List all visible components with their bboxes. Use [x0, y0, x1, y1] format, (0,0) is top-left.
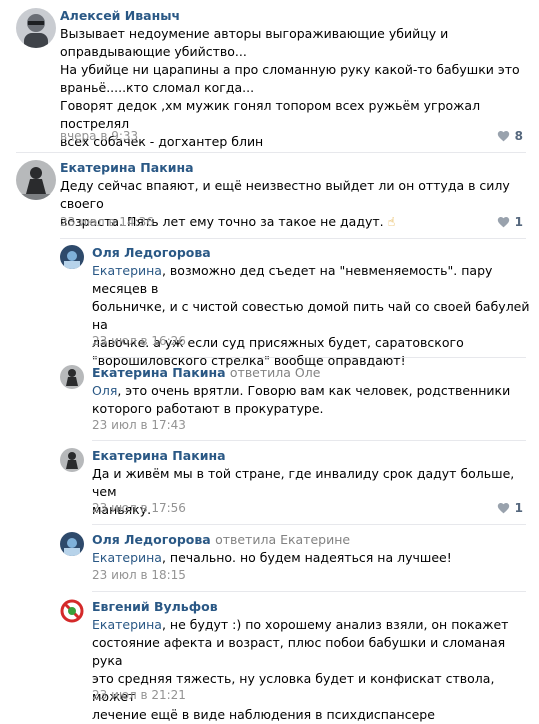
comment-text: Оля, это очень врятли. Говорю вам как че…	[92, 382, 532, 418]
comment-author[interactable]: Оля Ледогорова ответила Екатерине	[92, 532, 350, 547]
comment-date[interactable]: 23 июл в 16:26	[92, 334, 186, 348]
divider	[92, 440, 526, 441]
comment-date[interactable]: 23 июл в 18:15	[92, 568, 186, 582]
text-line-part: , это очень врятли. Говорю вам как челов…	[117, 383, 511, 398]
text-line: Екатерина, печально. но будем надеяться …	[92, 549, 532, 567]
divider	[92, 524, 526, 525]
text-line: больничке, и с чистой совестью домой пит…	[92, 299, 530, 332]
avatar[interactable]	[60, 448, 84, 472]
avatar[interactable]	[16, 8, 56, 48]
mention-link[interactable]: Екатерина	[92, 550, 162, 565]
avatar-photo-icon	[60, 365, 84, 389]
mention-link[interactable]: Екатерина	[92, 617, 162, 632]
no-entry-avatar-icon	[60, 599, 84, 623]
like-button[interactable]: 1	[497, 215, 523, 229]
like-count: 8	[514, 129, 523, 143]
mention-link[interactable]: Екатерина	[92, 263, 162, 278]
like-count: 1	[514, 215, 523, 229]
text-line: Екатерина, не будут :) по хорошему анали…	[92, 616, 532, 634]
divider	[92, 357, 526, 358]
comment-author[interactable]: Евгений Вульфов	[92, 599, 218, 614]
text-line-part: , печально. но будем надеяться на лучшее…	[161, 550, 452, 565]
like-button[interactable]: 8	[497, 129, 523, 143]
comment-author[interactable]: Екатерина Пакина	[92, 448, 226, 463]
avatar[interactable]	[60, 599, 84, 623]
comment-author[interactable]: Екатерина Пакина ответила Оле	[92, 365, 320, 380]
comment-text: Екатерина, печально. но будем надеяться …	[92, 549, 532, 567]
text-line: На убийце ни царапины а про сломанную ру…	[60, 62, 520, 77]
avatar[interactable]	[60, 365, 84, 389]
divider	[92, 591, 526, 592]
text-line: Вызывает недоумение авторы выгораживающи…	[60, 26, 449, 41]
avatar[interactable]	[16, 160, 56, 200]
comment-date[interactable]: 23 июл в 17:56	[92, 501, 186, 515]
text-line: лечение ещё в виде наблюдения в психдисп…	[92, 707, 435, 722]
avatar-photo-icon	[16, 160, 56, 200]
divider	[60, 238, 526, 239]
text-line: которого работают в прокуратуре.	[92, 401, 324, 416]
like-button[interactable]: 1	[497, 501, 523, 515]
text-line: враньё.....кто сломал когда...	[60, 80, 255, 95]
heart-icon	[497, 502, 509, 514]
text-line: оправдывающие убийство...	[60, 44, 247, 59]
author-name[interactable]: Екатерина Пакина	[92, 365, 226, 380]
comment-author[interactable]: Екатерина Пакина	[60, 160, 194, 175]
heart-icon	[497, 216, 509, 228]
text-line: Деду сейчас впаяют, и ещё неизвестно вый…	[60, 178, 510, 211]
heart-icon	[497, 130, 509, 142]
comment-author[interactable]: Алексей Иваныч	[60, 8, 180, 23]
avatar-photo-icon	[60, 245, 84, 269]
reply-to-label[interactable]: ответила Оле	[230, 365, 321, 380]
avatar-photo-icon	[16, 8, 56, 48]
text-line: Оля, это очень врятли. Говорю вам как че…	[92, 382, 532, 400]
divider	[16, 152, 526, 153]
comment-text: Екатерина, возможно дед съедет на "невме…	[92, 262, 532, 370]
text-line-part: , не будут :) по хорошему анализ взяли, …	[161, 617, 509, 632]
avatar-photo-icon	[60, 448, 84, 472]
comment-text: Екатерина, не будут :) по хорошему анали…	[92, 616, 532, 724]
comment-date[interactable]: вчера в 9:33	[60, 129, 138, 143]
pointing-up-emoji: ☝	[387, 214, 396, 229]
author-name[interactable]: Оля Ледогорова	[92, 532, 211, 547]
comment-date[interactable]: 23 июл в 17:43	[92, 418, 186, 432]
comment-author[interactable]: Оля Ледогорова	[92, 245, 211, 260]
text-line: Да и живём мы в той стране, где инвалиду…	[92, 466, 515, 499]
text-line: состояние афекта и возраст, плюс побои б…	[92, 635, 506, 668]
reply-to-label[interactable]: ответила Екатерине	[215, 532, 350, 547]
avatar-photo-icon	[60, 532, 84, 556]
text-line: Говорят дедок ,хм мужик гонял топором вс…	[60, 98, 481, 131]
comment-date[interactable]: 23 июл в 14:36	[60, 215, 154, 229]
avatar[interactable]	[60, 532, 84, 556]
like-count: 1	[514, 501, 523, 515]
mention-link[interactable]: Оля	[92, 383, 117, 398]
text-line: Екатерина, возможно дед съедет на "невме…	[92, 262, 532, 298]
avatar[interactable]	[60, 245, 84, 269]
comment-date[interactable]: 23 июл в 21:21	[92, 688, 186, 702]
